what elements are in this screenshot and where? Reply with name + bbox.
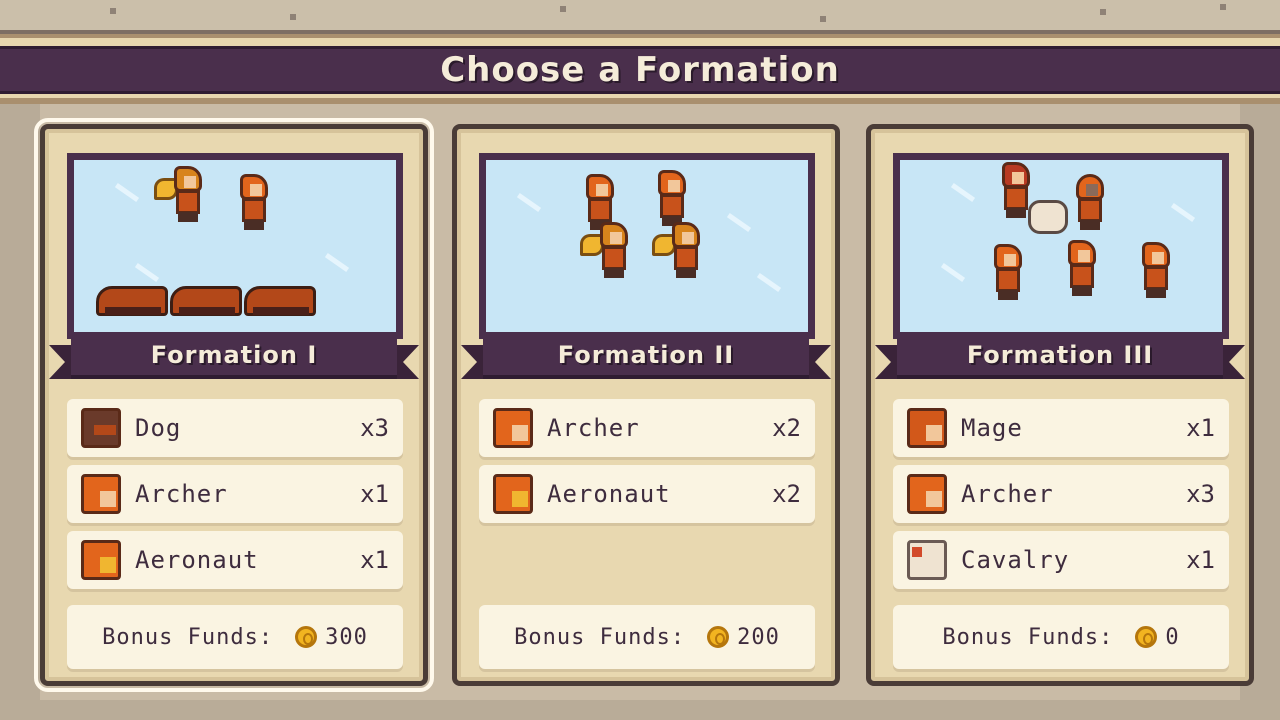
bonus-funds-label: Bonus Funds: <box>942 624 1114 650</box>
archer-sprite <box>1064 240 1100 300</box>
dog-sprite <box>170 286 242 316</box>
unit-row: Archer x2 <box>479 399 815 457</box>
bonus-funds: Bonus Funds: 0 <box>893 605 1229 669</box>
archer-sprite <box>990 244 1026 304</box>
archer-portrait-icon <box>493 408 533 448</box>
formation-card-3[interactable]: Formation III Mage x1 Archer x3 Cavalry … <box>866 124 1254 686</box>
coin-icon <box>1135 626 1158 648</box>
archer-portrait-icon <box>81 474 121 514</box>
title-banner: Choose a Formation <box>0 34 1280 104</box>
unit-row: Cavalry x1 <box>893 531 1229 589</box>
unit-count: x3 <box>360 414 389 442</box>
unit-list: Archer x2 Aeronaut x2 <box>479 399 815 531</box>
aeronaut-sprite <box>154 166 206 226</box>
aeronaut-portrait-icon <box>493 474 533 514</box>
formation-preview-2 <box>479 153 815 339</box>
bonus-funds: Bonus Funds: 300 <box>67 605 403 669</box>
coin-icon <box>707 626 730 648</box>
bonus-funds: Bonus Funds: 200 <box>479 605 815 669</box>
unit-name: Aeronaut <box>135 546 259 574</box>
unit-name: Cavalry <box>961 546 1070 574</box>
aeronaut-sprite <box>580 222 632 282</box>
cavalry-rider-sprite <box>998 162 1034 222</box>
stone-border-bottom <box>0 700 1280 720</box>
unit-count: x2 <box>772 480 801 508</box>
cavalry-portrait-icon <box>907 540 947 580</box>
aeronaut-sprite <box>652 222 704 282</box>
bonus-funds-value: 300 <box>325 624 368 650</box>
unit-count: x3 <box>1186 480 1215 508</box>
formation-preview-1 <box>67 153 403 339</box>
unit-row: Archer x1 <box>67 465 403 523</box>
mage-sprite <box>1072 174 1108 234</box>
unit-list: Dog x3 Archer x1 Aeronaut x1 <box>67 399 403 597</box>
dog-portrait-icon <box>81 408 121 448</box>
aeronaut-portrait-icon <box>81 540 121 580</box>
unit-row: Aeronaut x1 <box>67 531 403 589</box>
archer-portrait-icon <box>907 474 947 514</box>
formation-card-1[interactable]: Formation I Dog x3 Archer x1 Aeronaut x1… <box>34 118 434 692</box>
page-title: Choose a Formation <box>440 50 840 90</box>
dog-sprite <box>244 286 316 316</box>
unit-row: Dog x3 <box>67 399 403 457</box>
formation-name: Formation II <box>557 341 735 369</box>
formation-name-ribbon: Formation II <box>461 335 831 387</box>
unit-count: x1 <box>360 546 389 574</box>
stone-border-left <box>0 104 40 720</box>
formation-card-2[interactable]: Formation II Archer x2 Aeronaut x2 Bonus… <box>452 124 840 686</box>
unit-name: Archer <box>961 480 1054 508</box>
cavalry-sprite <box>1028 200 1068 234</box>
bonus-funds-value: 200 <box>737 624 780 650</box>
stone-border-top <box>0 0 1280 34</box>
archer-sprite <box>654 170 690 230</box>
bonus-funds-value: 0 <box>1165 624 1180 650</box>
title-bar: Choose a Formation <box>0 46 1280 94</box>
formation-name-ribbon: Formation III <box>875 335 1245 387</box>
archer-sprite <box>236 174 272 234</box>
unit-name: Archer <box>135 480 228 508</box>
coin-icon <box>295 626 318 648</box>
bonus-funds-label: Bonus Funds: <box>102 624 274 650</box>
unit-name: Aeronaut <box>547 480 671 508</box>
unit-row: Archer x3 <box>893 465 1229 523</box>
unit-row: Mage x1 <box>893 399 1229 457</box>
formation-preview-3 <box>893 153 1229 339</box>
formation-name-ribbon: Formation I <box>49 335 419 387</box>
formation-name: Formation III <box>966 341 1154 369</box>
unit-row: Aeronaut x2 <box>479 465 815 523</box>
bonus-funds-label: Bonus Funds: <box>514 624 686 650</box>
unit-count: x1 <box>1186 414 1215 442</box>
unit-count: x2 <box>772 414 801 442</box>
archer-sprite <box>1138 242 1174 302</box>
unit-name: Dog <box>135 414 182 442</box>
formation-name: Formation I <box>150 341 318 369</box>
unit-count: x1 <box>360 480 389 508</box>
dog-sprite <box>96 286 168 316</box>
unit-count: x1 <box>1186 546 1215 574</box>
unit-name: Mage <box>961 414 1023 442</box>
mage-portrait-icon <box>907 408 947 448</box>
unit-name: Archer <box>547 414 640 442</box>
unit-list: Mage x1 Archer x3 Cavalry x1 <box>893 399 1229 597</box>
